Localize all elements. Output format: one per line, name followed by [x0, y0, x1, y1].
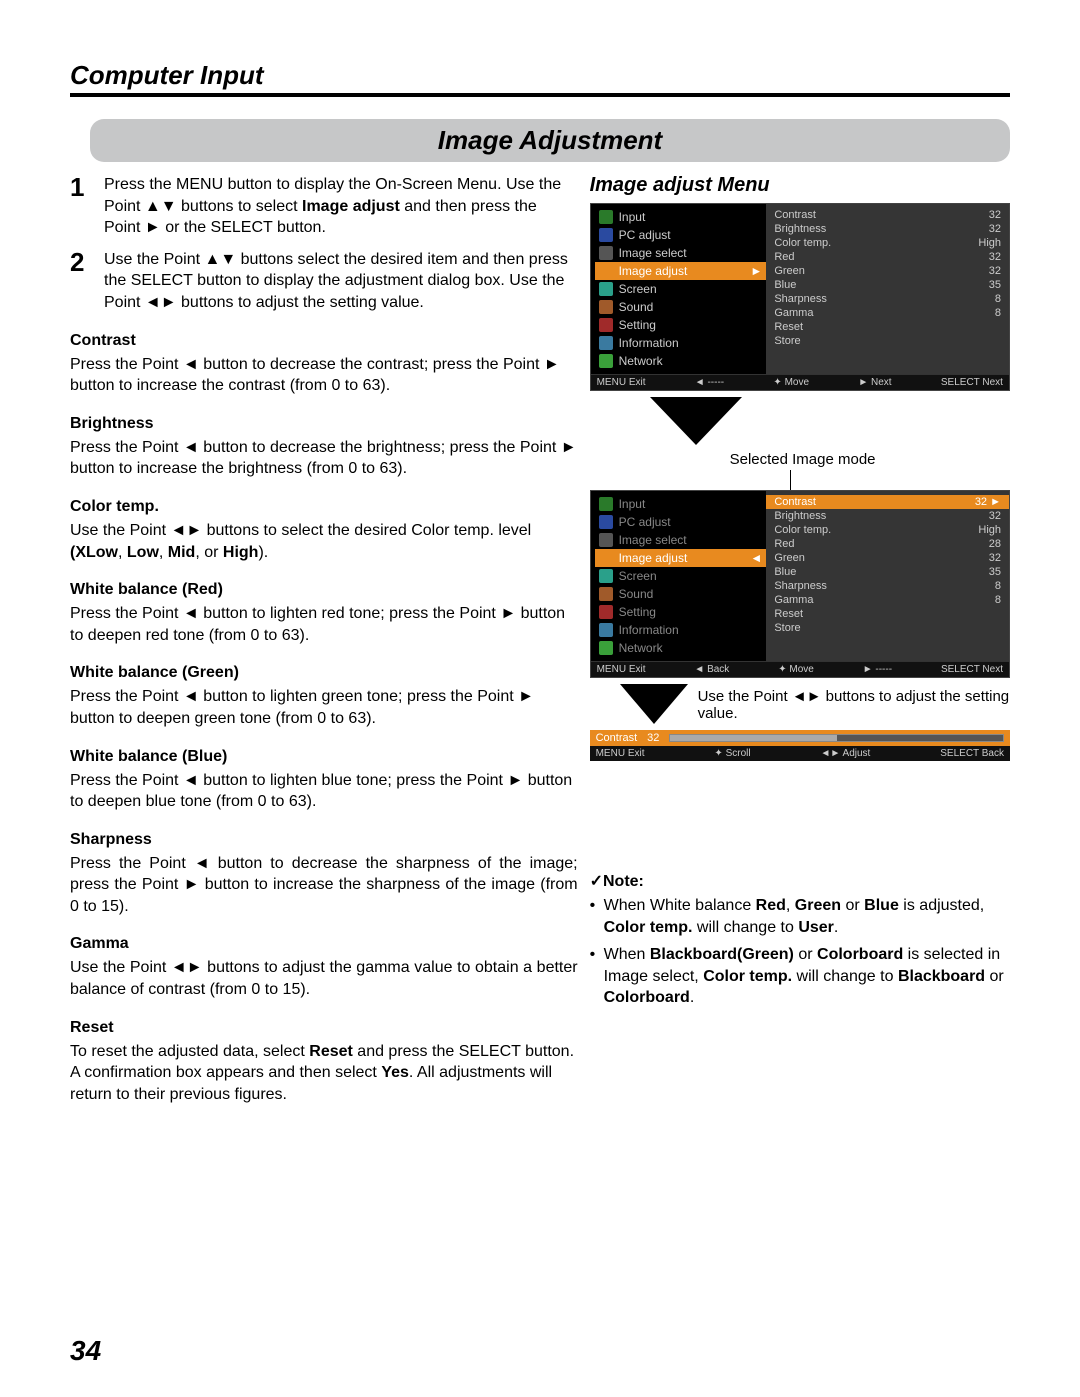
slider: [669, 734, 1004, 742]
item-gamma: Gamma Use the Point ◄► buttons to adjust…: [70, 935, 578, 1000]
osd-value-row: Contrast32: [774, 208, 1001, 222]
item-wb-red: White balance (Red) Press the Point ◄ bu…: [70, 581, 578, 646]
page-header: Computer Input: [70, 60, 1010, 97]
menu-icon: [599, 264, 613, 278]
section-title: Image Adjustment: [90, 119, 1010, 162]
arrow-down-icon: [620, 684, 688, 724]
note-item: When White balance Red, Green or Blue is…: [590, 895, 1010, 938]
osd-value-row: Color temp.High: [774, 523, 1001, 537]
menu-icon: [599, 282, 613, 296]
menu-icon: [599, 318, 613, 332]
menu-icon: [599, 641, 613, 655]
note-item: When Blackboard(Green) or Colorboard is …: [590, 944, 1010, 1009]
osd-menu-item: Image select: [595, 531, 767, 549]
osd-value-row: Color temp.High: [774, 236, 1001, 250]
osd-menu-item: Information: [595, 621, 767, 639]
selected-image-mode-label: Selected Image mode: [730, 451, 1010, 468]
item-brightness: Brightness Press the Point ◄ button to d…: [70, 415, 578, 480]
osd-menu-item: Network: [595, 639, 767, 657]
osd-screenshot-1: InputPC adjustImage selectImage adjust►S…: [590, 203, 1010, 391]
osd-menu-item: PC adjust: [595, 226, 767, 244]
instructions-column: 1 Press the MENU button to display the O…: [70, 174, 578, 1105]
menu-icon: [599, 587, 613, 601]
osd-menu-item: Input: [595, 495, 767, 513]
illustration-column: Image adjust Menu InputPC adjustImage se…: [590, 174, 1010, 1105]
item-reset: Reset To reset the adjusted data, select…: [70, 1019, 578, 1106]
osd-menu-item: Screen: [595, 567, 767, 585]
osd-value-row: Green32: [774, 264, 1001, 278]
osd-menu-item: Image adjust◄: [595, 549, 767, 567]
osd-menu-item: Screen: [595, 280, 767, 298]
osd-value-row: Green32: [774, 551, 1001, 565]
menu-icon: [599, 551, 613, 565]
menu-icon: [599, 605, 613, 619]
arrow-down-icon: [650, 397, 742, 445]
osd-menu-item: Setting: [595, 603, 767, 621]
osd-value-row: Store: [774, 334, 1001, 348]
osd-value-row: Brightness32: [774, 509, 1001, 523]
osd-value-row: Store: [774, 621, 1001, 635]
menu-icon: [599, 497, 613, 511]
item-wb-blue: White balance (Blue) Press the Point ◄ b…: [70, 748, 578, 813]
osd-screenshot-2: InputPC adjustImage selectImage adjust◄S…: [590, 490, 1010, 678]
osd-menu-item: Network: [595, 352, 767, 370]
menu-icon: [599, 623, 613, 637]
osd-value-row: Reset: [774, 320, 1001, 334]
osd-menu-item: Image select: [595, 244, 767, 262]
osd-menu-item: PC adjust: [595, 513, 767, 531]
item-sharpness: Sharpness Press the Point ◄ button to de…: [70, 831, 578, 918]
osd-menu-item: Setting: [595, 316, 767, 334]
item-colortemp: Color temp. Use the Point ◄► buttons to …: [70, 498, 578, 563]
osd-adjust-bar: Contrast 32 MENU Exit ✦ Scroll ◄► Adjust…: [590, 730, 1010, 761]
menu-icon: [599, 300, 613, 314]
osd-menu-item: Image adjust►: [595, 262, 767, 280]
adjust-caption: Use the Point ◄► buttons to adjust the s…: [698, 688, 1010, 722]
item-contrast: Contrast Press the Point ◄ button to dec…: [70, 332, 578, 397]
item-wb-green: White balance (Green) Press the Point ◄ …: [70, 664, 578, 729]
osd-value-row: Contrast32 ►: [766, 495, 1009, 509]
osd-value-row: Blue35: [774, 565, 1001, 579]
step-2: 2 Use the Point ▲▼ buttons select the de…: [70, 249, 578, 314]
page-number: 34: [70, 1335, 101, 1367]
menu-icon: [599, 569, 613, 583]
menu-icon: [599, 515, 613, 529]
osd-value-row: Gamma8: [774, 306, 1001, 320]
note-block: ✓Note: When White balance Red, Green or …: [590, 871, 1010, 1009]
menu-icon: [599, 246, 613, 260]
osd-value-row: Sharpness8: [774, 579, 1001, 593]
osd-value-row: Blue35: [774, 278, 1001, 292]
menu-icon: [599, 336, 613, 350]
menu-icon: [599, 228, 613, 242]
osd-menu-item: Information: [595, 334, 767, 352]
menu-icon: [599, 533, 613, 547]
menu-icon: [599, 210, 613, 224]
osd-value-row: Red28: [774, 537, 1001, 551]
osd-menu-item: Input: [595, 208, 767, 226]
osd-value-row: Brightness32: [774, 222, 1001, 236]
osd-value-row: Red32: [774, 250, 1001, 264]
step-1: 1 Press the MENU button to display the O…: [70, 174, 578, 239]
osd-value-row: Reset: [774, 607, 1001, 621]
right-title: Image adjust Menu: [590, 174, 1010, 197]
menu-icon: [599, 354, 613, 368]
osd-menu-item: Sound: [595, 585, 767, 603]
osd-value-row: Sharpness8: [774, 292, 1001, 306]
osd-menu-item: Sound: [595, 298, 767, 316]
osd-value-row: Gamma8: [774, 593, 1001, 607]
